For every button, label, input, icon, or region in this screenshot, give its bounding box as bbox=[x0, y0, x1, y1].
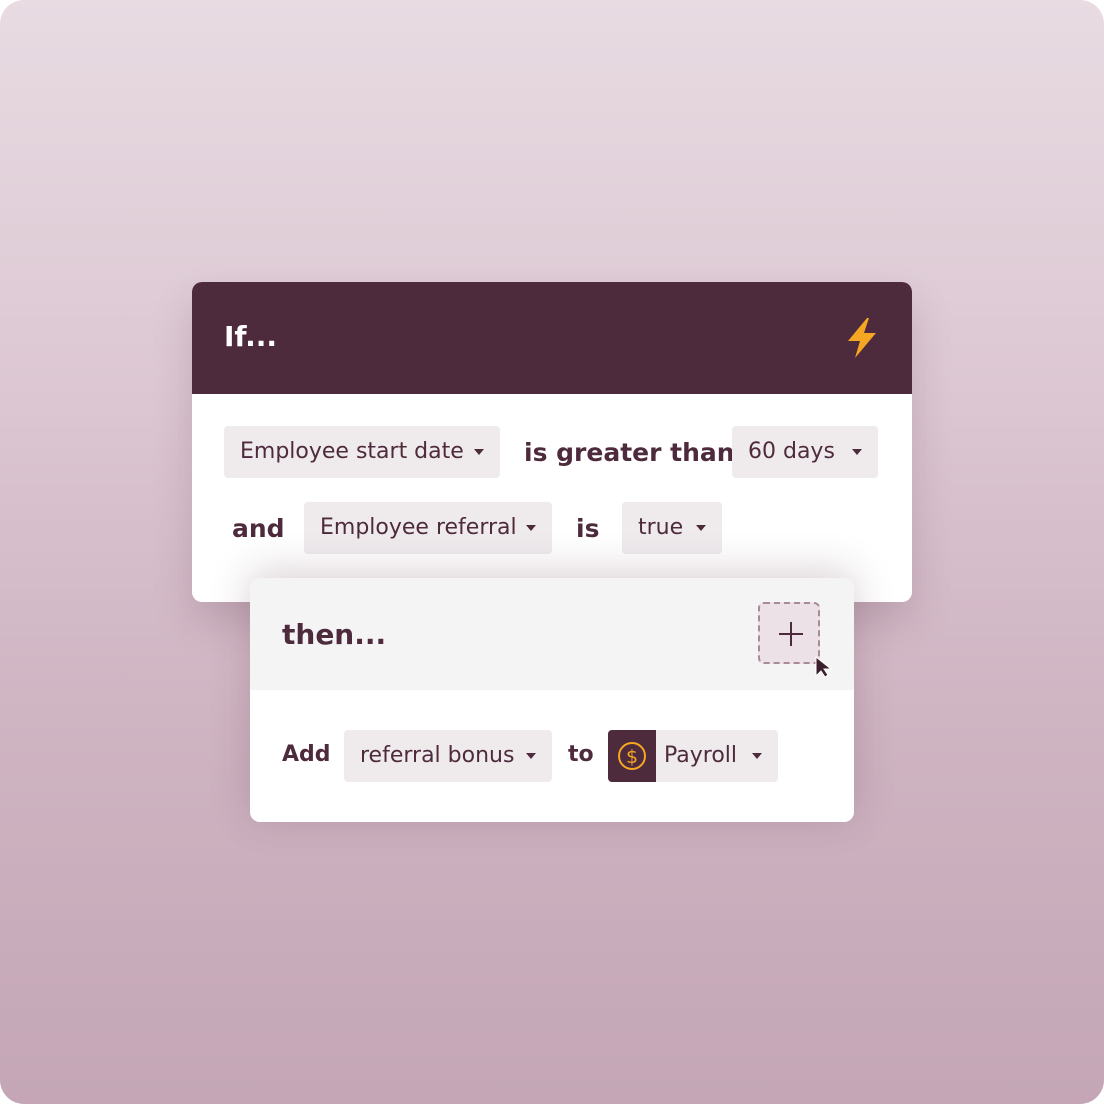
if-card-title: If... bbox=[224, 320, 277, 353]
if-card-header: If... bbox=[192, 282, 912, 394]
condition-field-value: Employee start date bbox=[240, 439, 464, 464]
action-preposition-label: to bbox=[568, 742, 594, 767]
condition-field-dropdown[interactable]: Employee start date bbox=[224, 426, 500, 478]
action-item-value: referral bonus bbox=[360, 743, 515, 768]
condition-operator-label: is greater than bbox=[524, 438, 735, 467]
condition2-value-text: true bbox=[638, 515, 684, 540]
condition2-operator-label: is bbox=[576, 514, 600, 543]
condition-value-text: 60 days bbox=[748, 439, 835, 464]
action-verb-label: Add bbox=[282, 742, 331, 767]
then-card-header: then... bbox=[250, 578, 854, 690]
dollar-coin-icon: $ bbox=[608, 730, 656, 782]
lightning-bolt-icon bbox=[848, 318, 876, 358]
chevron-down-icon bbox=[752, 753, 762, 759]
svg-text:$: $ bbox=[626, 746, 638, 768]
action-item-dropdown[interactable]: referral bonus bbox=[344, 730, 552, 782]
chevron-down-icon bbox=[526, 525, 536, 531]
chevron-down-icon bbox=[526, 753, 536, 759]
action-target-dropdown[interactable]: $ Payroll bbox=[608, 730, 778, 782]
if-condition-card: If... Employee start date is greater tha… bbox=[192, 282, 912, 602]
condition2-value-dropdown[interactable]: true bbox=[622, 502, 722, 554]
condition-value-dropdown[interactable]: 60 days bbox=[732, 426, 878, 478]
chevron-down-icon bbox=[696, 525, 706, 531]
action-target-value: Payroll bbox=[664, 743, 738, 768]
condition2-field-value: Employee referral bbox=[320, 515, 517, 540]
chevron-down-icon bbox=[474, 449, 484, 455]
condition2-field-dropdown[interactable]: Employee referral bbox=[304, 502, 552, 554]
add-action-button[interactable] bbox=[758, 602, 820, 664]
background-canvas: If... Employee start date is greater tha… bbox=[0, 0, 1104, 1104]
chevron-down-icon bbox=[852, 449, 862, 455]
then-card-title: then... bbox=[282, 618, 387, 651]
condition-connector-label: and bbox=[232, 514, 285, 543]
mouse-cursor-icon bbox=[815, 656, 832, 678]
then-action-card: then... Add referral bonus to $ Payroll bbox=[250, 578, 854, 822]
